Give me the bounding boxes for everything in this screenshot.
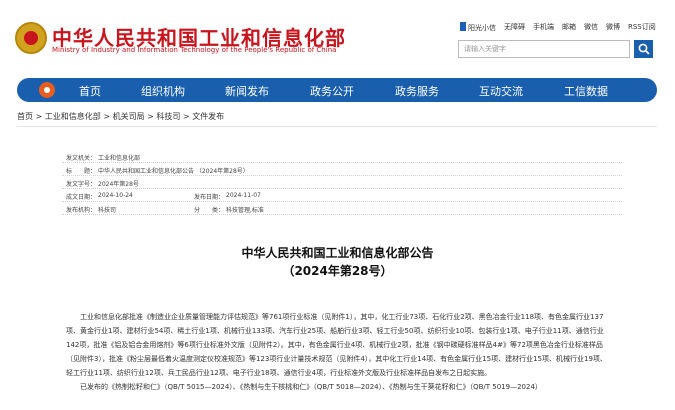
- info-row-docno: 发文字号： 2024年第28号: [62, 176, 622, 189]
- issuer-label: 发文机关：: [66, 155, 97, 162]
- docno-label: 发文字号：: [66, 181, 97, 188]
- nav-government-services[interactable]: 政务服务: [395, 83, 439, 99]
- divider: [17, 126, 657, 127]
- info-row-title: 标 题： 中华人民共和国工业和信息化部公告 （2024年第28号）: [62, 163, 622, 176]
- top-link-wechat[interactable]: 微信: [584, 22, 598, 33]
- org-value: 科技司: [98, 207, 117, 214]
- info-row-issuer: 发文机关： 工业和信息化部: [62, 150, 622, 163]
- top-link-weibo[interactable]: 微博: [606, 22, 620, 33]
- search-icon: [638, 43, 650, 55]
- nav-organization[interactable]: 组织机构: [141, 83, 185, 99]
- home-icon[interactable]: [39, 82, 55, 98]
- nav-interaction[interactable]: 互动交流: [479, 83, 523, 99]
- nav-news[interactable]: 新闻发布: [225, 83, 269, 99]
- announcement-body: 工业和信息化部批准《制造业企业质量管理能力评估规范》等761项行业标准（见附件1…: [66, 310, 608, 394]
- paragraph-2: 已发布的《热制松籽和仁》（QB/T 5015—2024）、《热制与生干核桃和仁》…: [80, 383, 542, 391]
- title-label: 标 题：: [66, 168, 97, 175]
- published-value: 2024-11-07: [226, 192, 261, 199]
- title-value: 中华人民共和国工业和信息化部公告 （2024年第28号）: [98, 168, 249, 175]
- announcement-subtitle: （2024年第28号）: [282, 264, 393, 278]
- info-row-dates: 成文日期： 2024-10-24 发布日期： 2024-11-07: [62, 189, 622, 202]
- flag-icon: [460, 22, 466, 31]
- org-label: 发布机构：: [66, 207, 97, 214]
- document-info-table: 发文机关： 工业和信息化部 标 题： 中华人民共和国工业和信息化部公告 （202…: [62, 150, 622, 215]
- issuer-value: 工业和信息化部: [98, 155, 141, 162]
- announcement-title: 中华人民共和国工业和信息化部公告: [241, 246, 434, 260]
- info-row-org: 发布机构： 科技司 分 类： 科技管理,标准: [62, 202, 622, 215]
- top-link-rss[interactable]: RSS订阅: [628, 22, 656, 33]
- top-link-sunshine[interactable]: 阳光小信: [460, 22, 496, 33]
- published-label: 发布日期：: [194, 194, 225, 201]
- top-link-mobile[interactable]: 手机端: [533, 22, 554, 33]
- top-link-mail[interactable]: 邮箱: [562, 22, 576, 33]
- breadcrumb-documents[interactable]: 文件发布: [192, 112, 224, 121]
- category-label: 分 类：: [194, 207, 225, 214]
- main-nav: 首页 组织机构 新闻发布 政务公开 政务服务 互动交流 工信数据: [17, 78, 657, 102]
- created-label: 成文日期：: [66, 194, 97, 201]
- breadcrumb: 首页 > 工业和信息化部 > 机关司局 > 科技司 > 文件发布: [17, 112, 225, 121]
- site-name-en: Ministry of Industry and Information Tec…: [52, 46, 337, 54]
- search-input[interactable]: 请输入关键字: [458, 40, 630, 58]
- breadcrumb-ministry[interactable]: 工业和信息化部: [45, 112, 101, 121]
- breadcrumb-science-dept[interactable]: 科技司: [156, 112, 180, 121]
- nav-data[interactable]: 工信数据: [564, 83, 608, 99]
- nav-government-affairs[interactable]: 政务公开: [310, 83, 354, 99]
- category-value: 科技管理,标准: [226, 207, 264, 214]
- paragraph-1: 工业和信息化部批准《制造业企业质量管理能力评估规范》等761项行业标准（见附件1…: [66, 313, 607, 377]
- national-emblem-logo[interactable]: [15, 22, 47, 54]
- created-value: 2024-10-24: [98, 192, 133, 199]
- top-links: 阳光小信 无障碍 手机端 邮箱 微信 微博 RSS订阅: [460, 22, 656, 33]
- top-link-accessibility[interactable]: 无障碍: [504, 22, 525, 33]
- breadcrumb-departments[interactable]: 机关司局: [113, 112, 145, 121]
- docno-value: 2024年第28号: [98, 181, 139, 188]
- search-button[interactable]: [634, 40, 653, 58]
- breadcrumb-home[interactable]: 首页: [17, 112, 33, 121]
- nav-home[interactable]: 首页: [79, 83, 101, 99]
